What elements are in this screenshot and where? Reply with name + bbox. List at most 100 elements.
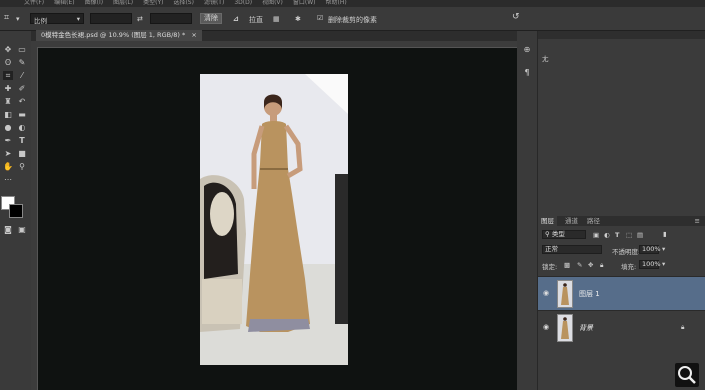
crop-tool-icon[interactable]: ⌗	[3, 71, 13, 80]
straighten-label[interactable]: 拉直	[249, 15, 263, 25]
background-color-swatch[interactable]	[9, 204, 23, 218]
close-icon[interactable]: ×	[191, 31, 196, 39]
lock-label: 锁定:	[542, 263, 558, 271]
filter-adjustment-icon[interactable]: ◐	[604, 231, 610, 239]
panel-menu-icon[interactable]: ≡	[695, 217, 700, 225]
tab-layers[interactable]: 图层	[538, 216, 557, 226]
tab-channels[interactable]: 通道	[562, 216, 581, 226]
ruler-vertical	[31, 47, 38, 390]
clone-stamp-icon[interactable]: ♜	[3, 97, 13, 106]
paragraph-panel-icon[interactable]: ¶	[522, 68, 532, 77]
history-panel-icon[interactable]: ⊕	[522, 45, 532, 54]
visibility-eye-icon[interactable]: ◉	[543, 289, 549, 297]
lock-transparent-icon[interactable]: ▩	[564, 261, 570, 269]
menu-type[interactable]: 类型(Y)	[143, 0, 163, 7]
swap-icon[interactable]: ⇄	[137, 15, 143, 23]
crop-tool-icon[interactable]: ⌗	[4, 13, 9, 23]
dodge-tool-icon[interactable]: ◐	[17, 123, 27, 132]
filter-type-icon[interactable]: T	[615, 231, 619, 239]
screen-mode-icon[interactable]: ▣	[17, 225, 27, 234]
photo-image	[200, 74, 348, 365]
eyedropper-tool-icon[interactable]: ⁄	[17, 71, 27, 80]
menu-window[interactable]: 窗口(W)	[293, 0, 316, 7]
path-select-icon[interactable]: ➤	[3, 149, 13, 158]
blur-tool-icon[interactable]: ●	[3, 123, 13, 132]
menu-layer[interactable]: 图层(L)	[113, 0, 133, 7]
height-input[interactable]	[150, 13, 192, 24]
layer-row[interactable]: ◉ 背景 🔒︎	[538, 310, 705, 344]
menu-file[interactable]: 文件(F)	[24, 0, 44, 7]
visibility-eye-icon[interactable]: ◉	[543, 323, 549, 331]
ratio-select-value: 比例	[34, 17, 47, 25]
layer-name[interactable]: 背景	[579, 323, 593, 333]
layer-filter-value: 类型	[551, 230, 565, 238]
straighten-icon[interactable]: ⊿	[233, 15, 239, 23]
menu-select[interactable]: 选择(S)	[173, 0, 194, 7]
layer-thumbnail-image	[558, 315, 572, 341]
gear-icon[interactable]: ✱	[295, 15, 301, 23]
delete-cropped-checkbox[interactable]: ☑	[317, 14, 323, 22]
hand-tool-icon[interactable]: ✋	[3, 162, 13, 171]
blend-mode-select[interactable]: 正常	[542, 245, 602, 254]
move-tool-icon[interactable]: ✥	[3, 45, 13, 54]
properties-panel-header	[538, 31, 705, 39]
chevron-down-icon: ▾	[76, 15, 80, 23]
more-tools-icon[interactable]: ⋯	[3, 175, 13, 184]
zoom-search-button[interactable]	[675, 363, 699, 387]
tab-paths[interactable]: 路径	[584, 216, 603, 226]
marquee-tool-icon[interactable]: ▭	[17, 45, 27, 54]
clear-button[interactable]: 清除	[200, 13, 222, 24]
lock-position-icon[interactable]: ✥	[588, 261, 593, 269]
history-brush-icon[interactable]: ↶	[17, 97, 27, 106]
chevron-down-icon[interactable]: ▾	[662, 245, 665, 253]
filter-smart-object-icon[interactable]: ▤	[637, 231, 643, 239]
opacity-input[interactable]: 100%	[639, 245, 661, 254]
model-photo	[200, 74, 348, 365]
menu-bar: 文件(F) 编辑(E) 图像(I) 图层(L) 类型(Y) 选择(S) 滤镜(T…	[0, 0, 705, 7]
delete-cropped-label: 删除裁剪的像素	[328, 16, 377, 24]
grid-overlay-icon[interactable]: ▦	[273, 15, 280, 23]
lock-all-icon[interactable]: 🔒︎	[600, 261, 603, 270]
rectangle-tool-icon[interactable]: ■	[17, 149, 27, 158]
brush-tool-icon[interactable]: ✐	[17, 84, 27, 93]
document-tab-label: 0模特金色长裙.psd @ 10.9% (图层 1, RGB/8) *	[41, 31, 186, 39]
layers-panel-tabs: 图层 通道 路径 ≡	[538, 216, 705, 226]
document-tab[interactable]: 0模特金色长裙.psd @ 10.9% (图层 1, RGB/8) * ×	[36, 30, 202, 41]
chevron-down-icon[interactable]: ▾	[16, 15, 20, 23]
menu-image[interactable]: 图像(I)	[85, 0, 103, 7]
filter-shape-icon[interactable]: ⬚	[626, 231, 632, 239]
zoom-tool-icon[interactable]: ⚲	[17, 162, 27, 171]
healing-brush-icon[interactable]: ✚	[3, 84, 13, 93]
quick-select-tool-icon[interactable]: ✎	[17, 58, 27, 67]
lasso-tool-icon[interactable]: ʘ	[3, 58, 13, 67]
ruler-horizontal	[31, 41, 519, 48]
lock-image-icon[interactable]: ✎	[577, 261, 582, 269]
fill-input[interactable]: 100%	[639, 260, 661, 269]
menu-view[interactable]: 视图(V)	[262, 0, 283, 7]
quick-mask-icon[interactable]: ◙	[3, 225, 13, 234]
search-icon	[678, 366, 696, 384]
layer-filter-row: ⚲ 类型 ▣ ◐ T ⬚ ▤ ▮	[538, 229, 705, 241]
lock-icon: 🔒︎	[681, 323, 685, 331]
layer-row[interactable]: ◉ 图层 1	[538, 276, 705, 310]
gradient-tool-icon[interactable]: ▬	[17, 110, 27, 119]
properties-panel: 尢	[538, 31, 705, 216]
chevron-down-icon[interactable]: ▾	[662, 260, 665, 268]
menu-edit[interactable]: 编辑(E)	[54, 0, 74, 7]
menu-help[interactable]: 帮助(H)	[326, 0, 347, 7]
ratio-select[interactable]: 比例 ▾	[30, 13, 84, 25]
filter-toggle-icon[interactable]: ▮	[663, 230, 667, 238]
pen-tool-icon[interactable]: ✒	[3, 136, 13, 145]
tools-panel: ✥ ▭ ʘ ✎ ⌗ ⁄ ✚ ✐ ♜ ↶ ◧ ▬ ● ◐ ✒ T ➤ ■ ✋ ⚲ …	[0, 31, 32, 390]
reset-icon[interactable]: ↺	[512, 12, 520, 22]
eraser-tool-icon[interactable]: ◧	[3, 110, 13, 119]
width-input[interactable]	[90, 13, 132, 24]
fill-label: 填充:	[621, 263, 637, 271]
filter-search-icon: ⚲	[545, 230, 550, 238]
type-tool-icon[interactable]: T	[17, 136, 27, 145]
menu-filter[interactable]: 滤镜(T)	[204, 0, 224, 7]
layer-name[interactable]: 图层 1	[579, 289, 600, 299]
layer-filter-select[interactable]: ⚲ 类型	[542, 230, 586, 239]
filter-pixel-icon[interactable]: ▣	[593, 231, 599, 239]
menu-3d[interactable]: 3D(D)	[234, 0, 252, 7]
